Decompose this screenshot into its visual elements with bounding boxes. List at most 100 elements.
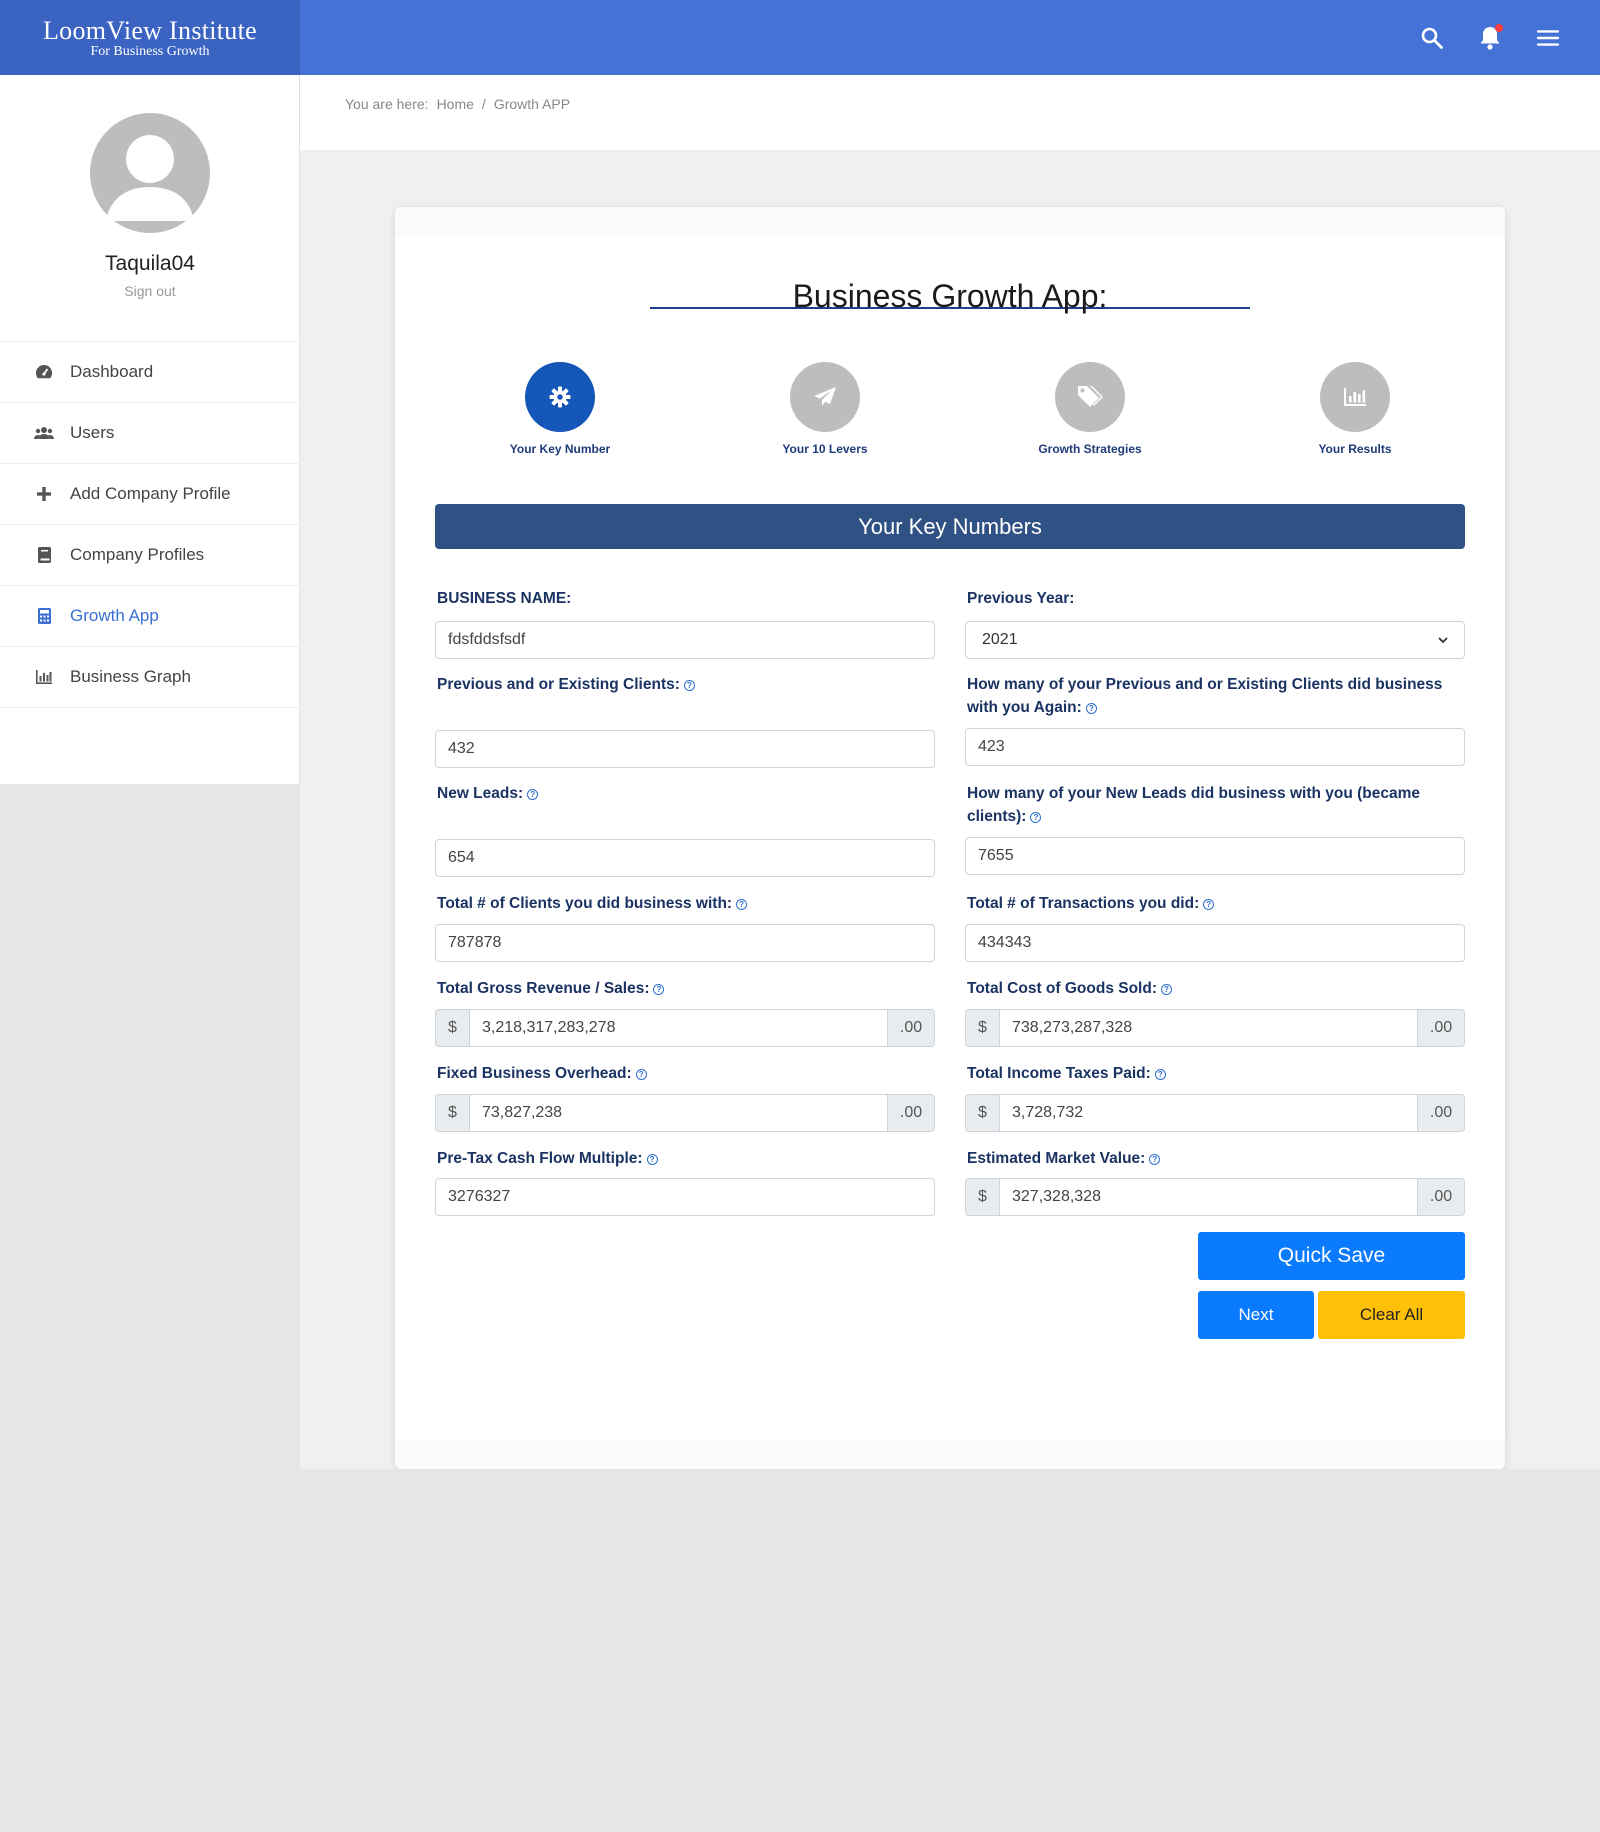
help-icon[interactable]: ? xyxy=(736,899,748,910)
market-value-label: Estimated Market Value:? xyxy=(967,1147,1462,1170)
notification-dot xyxy=(1495,23,1503,32)
sidebar-item-dashboard[interactable]: Dashboard xyxy=(0,342,300,403)
total-transactions-label: Total # of Transactions you did:? xyxy=(967,892,1462,915)
cashflow-multiple-label: Pre-Tax Cash Flow Multiple:? xyxy=(437,1147,932,1170)
repeat-clients-input[interactable] xyxy=(965,728,1465,766)
card-bottom-strip xyxy=(395,1439,1505,1469)
plus-icon xyxy=(34,485,54,503)
help-icon[interactable]: ? xyxy=(646,1154,658,1165)
calculator-icon xyxy=(34,607,54,625)
sign-out-link[interactable]: Sign out xyxy=(0,283,300,299)
sidebar-item-growth-app[interactable]: Growth App xyxy=(0,586,300,647)
step-growth-strategies[interactable]: Growth Strategies xyxy=(990,362,1190,456)
help-icon[interactable]: ? xyxy=(527,789,539,800)
section-title-bar: Your Key Numbers xyxy=(435,504,1465,549)
sidebar: Taquila04 Sign out Dashboard Users Add C… xyxy=(0,75,300,784)
sidebar-item-label: Users xyxy=(70,423,115,442)
previous-year-value: 2021 xyxy=(982,631,1018,648)
quick-save-button[interactable]: Quick Save xyxy=(1198,1232,1465,1280)
previous-year-label: Previous Year: xyxy=(967,590,1075,607)
gross-revenue-label: Total Gross Revenue / Sales:? xyxy=(437,977,932,1000)
breadcrumb-prefix: You are here: xyxy=(345,96,429,112)
step-label: Growth Strategies xyxy=(1038,442,1142,456)
income-taxes-input[interactable] xyxy=(1000,1094,1417,1132)
step-your-10-levers[interactable]: Your 10 Levers xyxy=(725,362,925,456)
page-footer-area xyxy=(0,1469,1600,1832)
help-icon[interactable]: ? xyxy=(653,984,665,995)
sidebar-nav: Dashboard Users Add Company Profile Comp… xyxy=(0,341,300,708)
overhead-input[interactable] xyxy=(470,1094,887,1132)
help-icon[interactable]: ? xyxy=(1203,899,1215,910)
converted-leads-input[interactable] xyxy=(965,837,1465,875)
bar-chart-icon xyxy=(34,668,54,686)
cogs-group: $ .00 xyxy=(965,1009,1465,1047)
dashboard-icon xyxy=(34,363,54,381)
card-top-strip xyxy=(395,207,1505,237)
help-icon[interactable]: ? xyxy=(635,1069,647,1080)
sidebar-item-business-graph[interactable]: Business Graph xyxy=(0,647,300,708)
currency-prefix: $ xyxy=(435,1094,470,1132)
help-icon[interactable]: ? xyxy=(1161,984,1172,995)
income-taxes-label: Total Income Taxes Paid:? xyxy=(967,1062,1462,1085)
total-clients-label: Total # of Clients you did business with… xyxy=(437,892,932,915)
menu-icon[interactable] xyxy=(1536,26,1560,50)
gear-icon xyxy=(525,362,595,432)
help-icon[interactable]: ? xyxy=(1149,1154,1161,1165)
currency-prefix: $ xyxy=(965,1094,1000,1132)
wizard-steps: Your Key Number Your 10 Levers Growth St… xyxy=(435,362,1465,472)
market-value-input[interactable] xyxy=(1000,1178,1417,1216)
help-icon[interactable]: ? xyxy=(1085,703,1097,714)
bar-chart-icon xyxy=(1320,362,1390,432)
sidebar-item-label: Growth App xyxy=(70,606,159,625)
cogs-input[interactable] xyxy=(1000,1009,1417,1047)
sidebar-item-users[interactable]: Users xyxy=(0,403,300,464)
previous-year-select[interactable]: 2021 xyxy=(965,621,1465,659)
income-taxes-group: $ .00 xyxy=(965,1094,1465,1132)
sidebar-item-label: Business Graph xyxy=(70,667,191,686)
logo[interactable]: LoomView Institute For Business Growth xyxy=(0,0,300,75)
business-name-input[interactable] xyxy=(435,621,935,659)
search-icon[interactable] xyxy=(1420,26,1444,50)
paper-plane-icon xyxy=(790,362,860,432)
help-icon[interactable]: ? xyxy=(683,680,695,691)
gross-revenue-input[interactable] xyxy=(470,1009,887,1047)
clear-all-button[interactable]: Clear All xyxy=(1318,1291,1465,1339)
gross-revenue-group: $ .00 xyxy=(435,1009,935,1047)
step-label: Your Results xyxy=(1318,442,1392,456)
new-leads-input[interactable] xyxy=(435,839,935,877)
cents-suffix: .00 xyxy=(1417,1009,1465,1047)
logo-subtitle: For Business Growth xyxy=(90,44,210,59)
cashflow-multiple-input[interactable] xyxy=(435,1178,935,1216)
currency-prefix: $ xyxy=(965,1178,1000,1216)
sidebar-item-company-profiles[interactable]: Company Profiles xyxy=(0,525,300,586)
users-icon xyxy=(34,424,54,442)
next-button[interactable]: Next xyxy=(1198,1291,1314,1339)
cents-suffix: .00 xyxy=(887,1009,935,1047)
sidebar-item-label: Company Profiles xyxy=(70,545,205,564)
logo-title: LoomView Institute xyxy=(43,16,257,45)
market-value-group: $ .00 xyxy=(965,1178,1465,1216)
breadcrumb: You are here: Home / Growth APP xyxy=(345,96,570,112)
help-icon[interactable]: ? xyxy=(1030,812,1042,823)
avatar[interactable] xyxy=(90,113,210,233)
total-transactions-input[interactable] xyxy=(965,924,1465,962)
converted-leads-label: How many of your New Leads did business … xyxy=(967,785,1421,825)
step-your-key-number[interactable]: Your Key Number xyxy=(460,362,660,456)
chevron-down-icon xyxy=(1438,631,1448,649)
breadcrumb-separator: / xyxy=(481,96,486,112)
step-label: Your 10 Levers xyxy=(782,442,868,456)
cogs-label: Total Cost of Goods Sold:? xyxy=(967,977,1462,1000)
help-icon[interactable]: ? xyxy=(1154,1069,1166,1080)
top-bar: LoomView Institute For Business Growth xyxy=(0,0,1600,75)
book-icon xyxy=(34,546,54,564)
step-your-results[interactable]: Your Results xyxy=(1255,362,1455,456)
sidebar-item-add-company-profile[interactable]: Add Company Profile xyxy=(0,464,300,525)
breadcrumb-home[interactable]: Home xyxy=(437,96,474,112)
overhead-group: $ .00 xyxy=(435,1094,935,1132)
total-clients-input[interactable] xyxy=(435,924,935,962)
cents-suffix: .00 xyxy=(1417,1178,1465,1216)
bell-icon[interactable] xyxy=(1478,23,1503,50)
breadcrumb-bar: You are here: Home / Growth APP xyxy=(300,75,1600,150)
prev-clients-input[interactable] xyxy=(435,730,935,768)
username: Taquila04 xyxy=(105,252,195,275)
